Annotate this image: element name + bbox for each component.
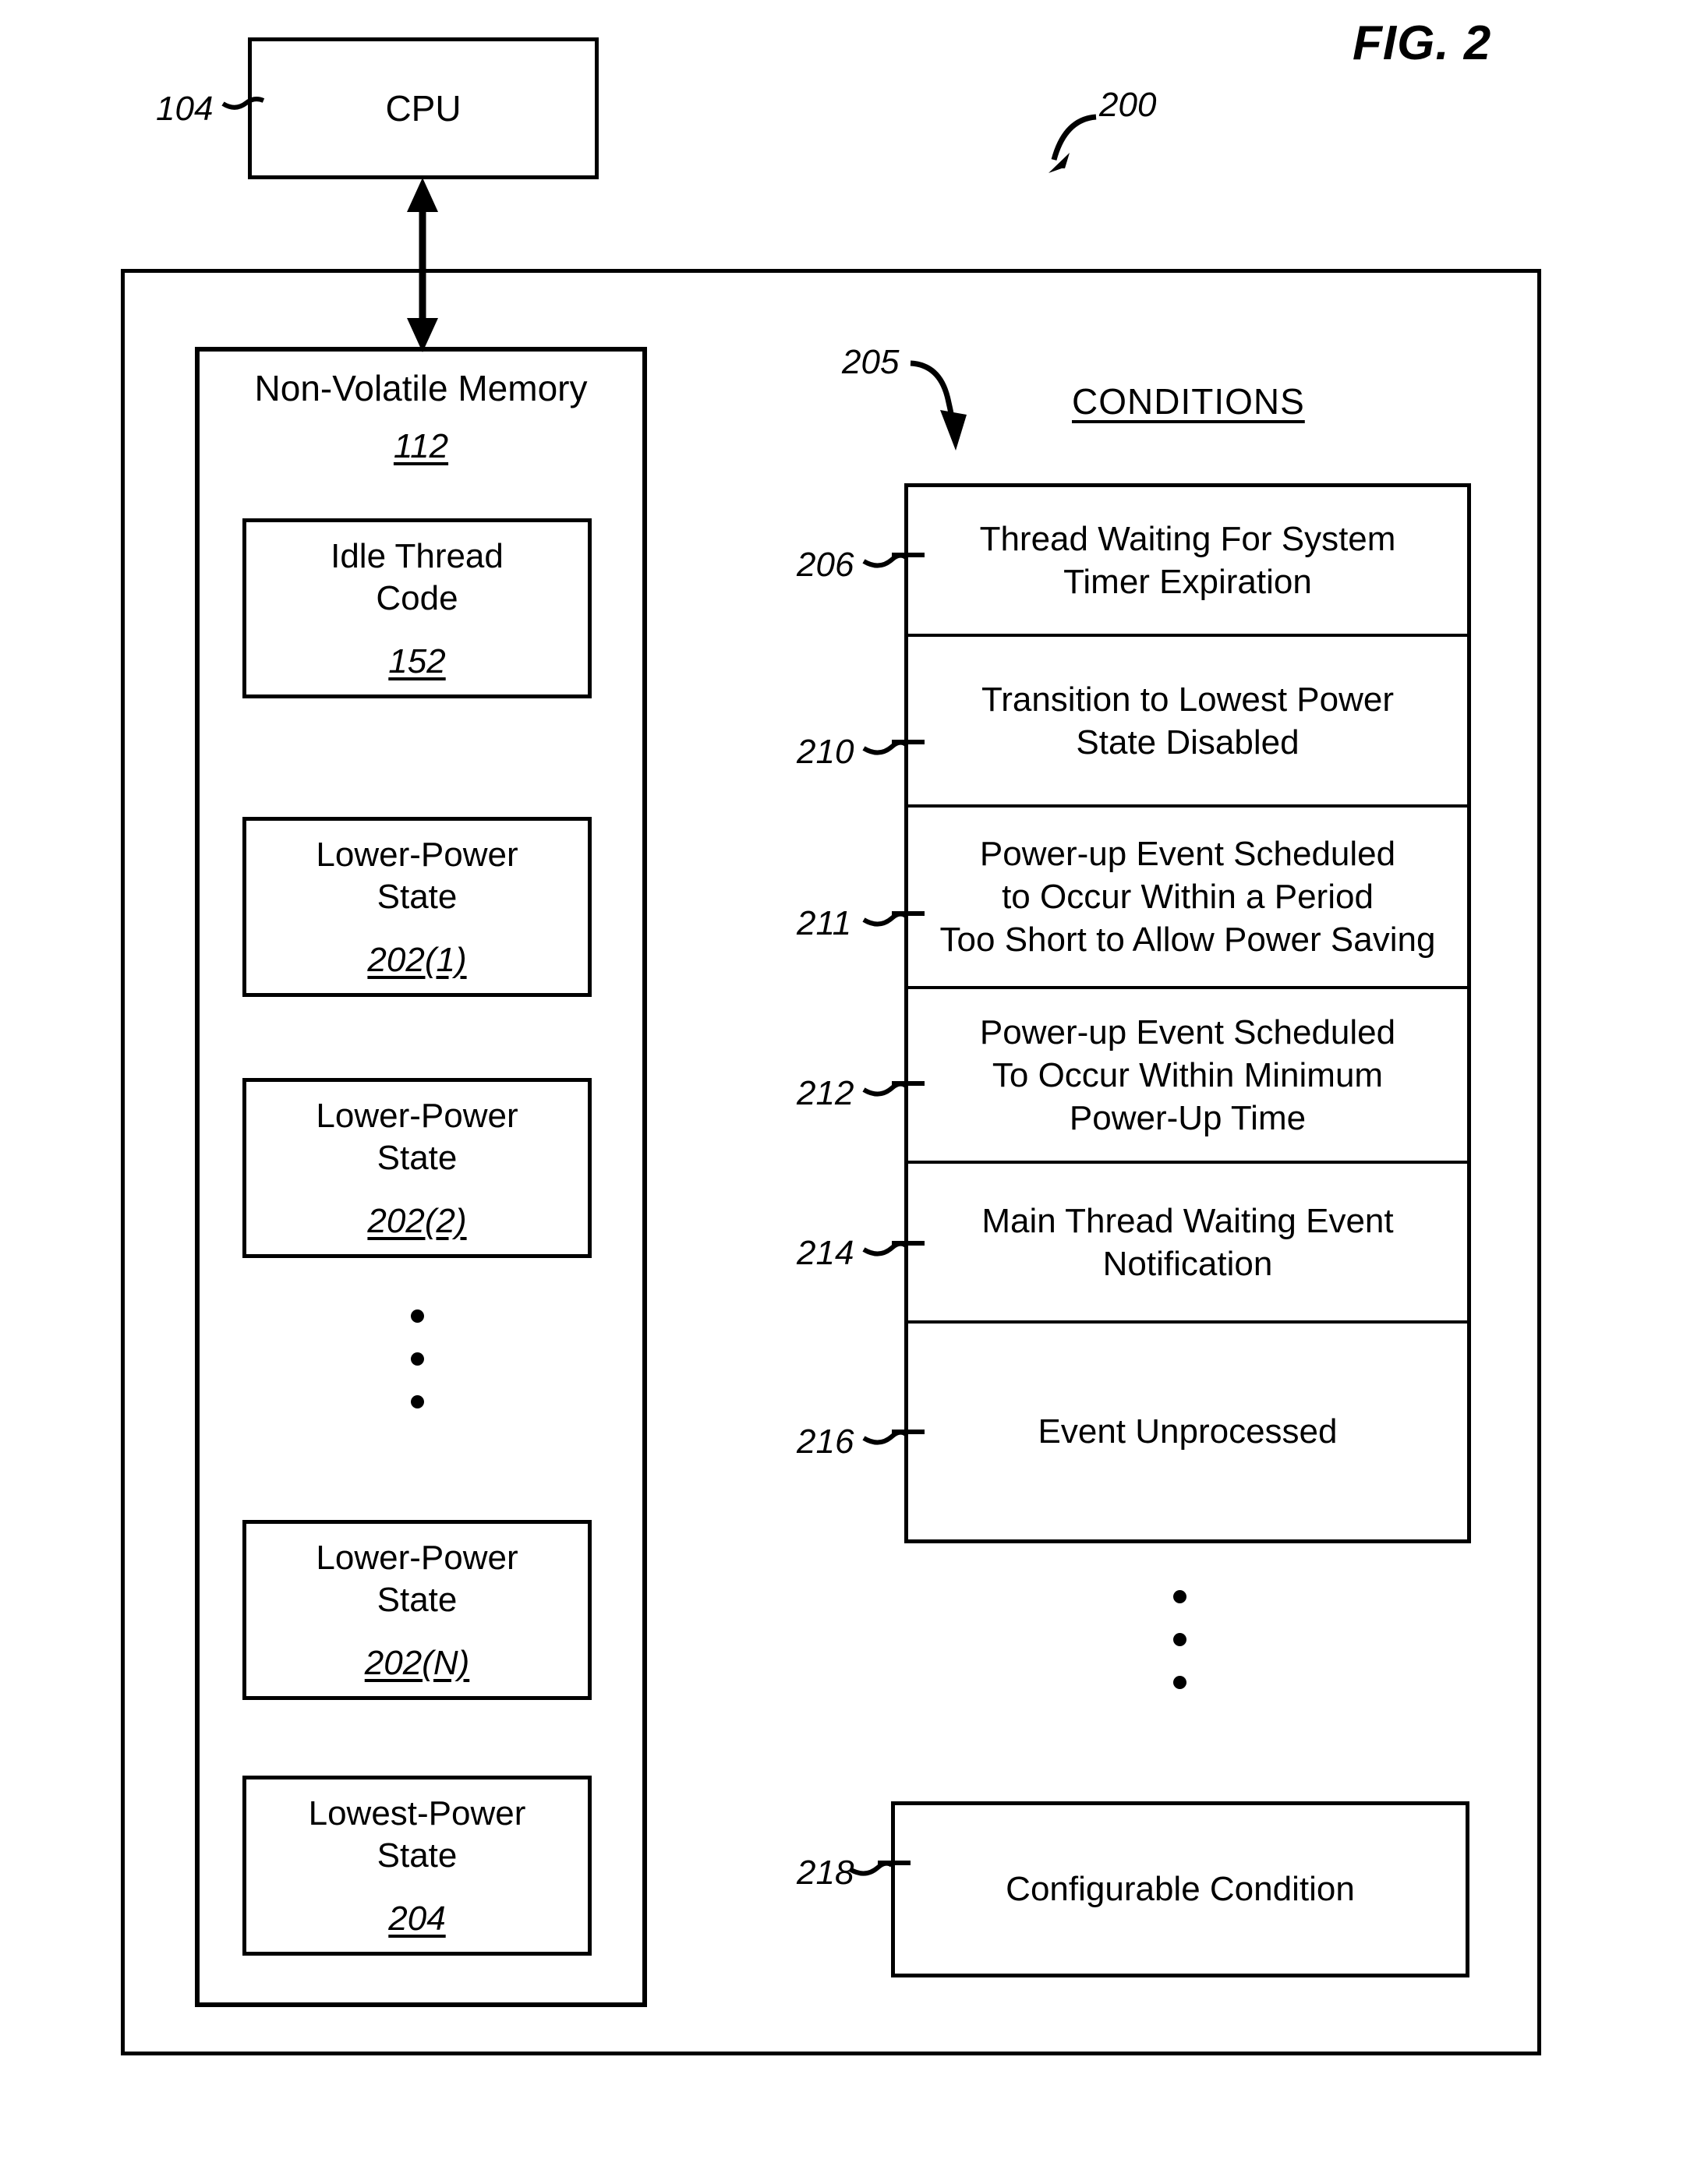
condition-row: Event Unprocessed [908,1324,1467,1539]
idle-thread-code-label: Idle Thread Code [331,536,504,617]
condition-row: Power-up Event Scheduled To Occur Within… [908,989,1467,1164]
figure-canvas: FIG. 2 CPU 104 200 Non-Volatile Memory 1… [0,0,1708,2170]
conditions-heading: CONDITIONS [1072,381,1305,422]
lower-power-state-2-box: Lower-Power State 202(2) [242,1078,592,1258]
condition-row: Thread Waiting For System Timer Expirati… [908,487,1467,637]
idle-thread-code-box: Idle Thread Code 152 [242,518,592,698]
configurable-condition-label: Configurable Condition [1006,1870,1355,1909]
ellipsis-dot [1173,1590,1186,1603]
lower-power-state-1-label: Lower-Power State [316,835,518,916]
ref-216: 216 [797,1423,854,1461]
ref-210: 210 [797,733,854,771]
lower-power-state-n-label: Lower-Power State [316,1538,518,1619]
ref-200: 200 [1099,86,1157,124]
ellipsis-dot [411,1352,424,1366]
lower-power-state-1-box: Lower-Power State 202(1) [242,817,592,997]
ellipsis-dot [411,1309,424,1323]
ref-211: 211 [797,904,852,942]
ref-205: 205 [842,343,900,381]
leader-200 [1051,114,1097,161]
lowest-power-state-label: Lowest-Power State [308,1794,526,1875]
condition-row: Power-up Event Scheduled to Occur Within… [908,808,1467,989]
lowest-power-state-ref: 204 [388,1900,446,1939]
condition-text: Event Unprocessed [1038,1412,1338,1451]
condition-text: Thread Waiting For System Timer Expirati… [979,520,1396,601]
lower-power-state-2-label: Lower-Power State [316,1096,518,1177]
conditions-stack: Thread Waiting For System Timer Expirati… [904,483,1471,1543]
lowest-power-state-box: Lowest-Power State 204 [242,1776,592,1956]
figure-title: FIG. 2 [1353,16,1492,70]
lower-power-state-2-ref: 202(2) [367,1202,467,1241]
leader-200-arrowhead [1048,153,1070,173]
ellipsis-dot [411,1395,424,1408]
lower-power-state-n-ref: 202(N) [364,1644,470,1683]
condition-text: Transition to Lowest Power State Disable… [981,680,1395,762]
ellipsis-dot [1173,1633,1186,1646]
lower-power-state-1-ref: 202(1) [367,941,467,980]
ref-104: 104 [156,90,214,128]
condition-text: Main Thread Waiting Event Notification [981,1201,1394,1283]
lower-power-state-n-box: Lower-Power State 202(N) [242,1520,592,1700]
condition-text: Power-up Event Scheduled to Occur Within… [939,835,1436,959]
condition-row: Main Thread Waiting Event Notification [908,1164,1467,1324]
ref-218: 218 [797,1854,854,1892]
condition-row: Transition to Lowest Power State Disable… [908,637,1467,808]
memory-title: Non-Volatile Memory 112 [254,368,588,466]
condition-text: Power-up Event Scheduled To Occur Within… [979,1013,1396,1137]
cpu-box: CPU [248,37,599,179]
cpu-label: CPU [385,87,461,129]
ellipsis-dot [1173,1676,1186,1689]
ref-212: 212 [797,1074,854,1112]
ref-214: 214 [797,1234,854,1272]
configurable-condition-box: Configurable Condition [891,1801,1469,1977]
idle-thread-code-ref: 152 [388,642,446,681]
conditions-ellipsis [1173,1590,1186,1689]
ref-206: 206 [797,546,854,584]
memory-ellipsis [411,1309,424,1408]
